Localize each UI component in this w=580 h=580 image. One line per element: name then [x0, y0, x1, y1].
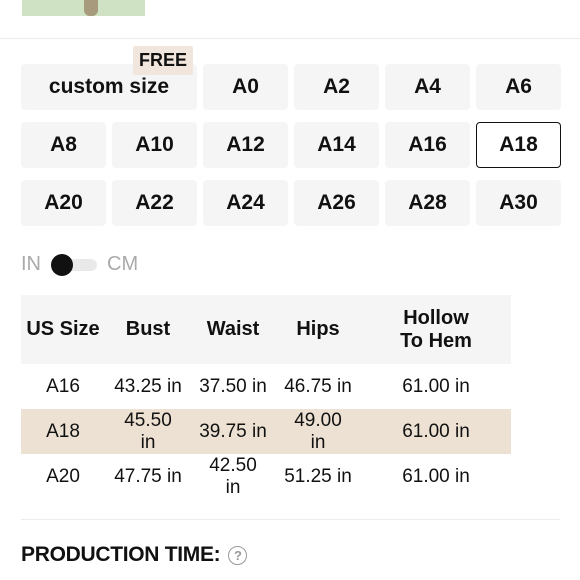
cell-hollow-to-hem: 61.00 in [361, 409, 511, 454]
production-time-label: PRODUCTION TIME: [21, 543, 221, 566]
column-header-waist: Waist [191, 295, 275, 364]
cell-hollow-to-hem: 61.00 in [402, 465, 470, 487]
cell-hips: 49.00 in [275, 409, 361, 454]
size-option-a2[interactable]: A2 [294, 64, 379, 110]
size-selector: custom size A0 A2 A4 A6 A8 A10 A12 A14 A… [21, 64, 561, 238]
divider [0, 38, 580, 39]
cell-bust: 47.75 in [114, 465, 182, 487]
column-header-hips: Hips [275, 295, 361, 364]
size-option-a20[interactable]: A20 [21, 180, 106, 226]
cell-waist: 42.50 in [209, 454, 257, 498]
size-chart-table: US Size Bust Waist Hips Hollow To Hem A1… [21, 295, 511, 499]
cell-us-size: A16 [46, 375, 80, 397]
size-option-a0[interactable]: A0 [203, 64, 288, 110]
size-option-a18-selected[interactable]: A18 [476, 122, 561, 168]
unit-label-cm[interactable]: CM [107, 253, 138, 276]
cell-us-size: A20 [46, 465, 80, 487]
size-option-a26[interactable]: A26 [294, 180, 379, 226]
question-circle-icon[interactable]: ? [228, 545, 248, 565]
column-header-us-size: US Size [21, 295, 105, 364]
cell-bust: 43.25 in [114, 375, 182, 397]
column-header-bust: Bust [105, 295, 191, 364]
cell-hollow-to-hem: 61.00 in [402, 375, 470, 397]
size-option-a24[interactable]: A24 [203, 180, 288, 226]
cell-hips: 51.25 in [284, 465, 352, 487]
unit-toggle: IN CM [21, 253, 138, 276]
size-option-a14[interactable]: A14 [294, 122, 379, 168]
size-row: custom size A0 A2 A4 A6 [21, 64, 561, 110]
cell-waist: 39.75 in [191, 409, 275, 454]
thumbnail-figure [84, 0, 98, 16]
size-option-a10[interactable]: A10 [112, 122, 197, 168]
size-option-a12[interactable]: A12 [203, 122, 288, 168]
unit-label-in[interactable]: IN [21, 253, 41, 276]
cell-hips: 46.75 in [284, 375, 352, 397]
table-row: A16 43.25 in 37.50 in 46.75 in 61.00 in [21, 364, 511, 409]
divider [21, 519, 560, 520]
switch-knob[interactable] [51, 253, 73, 276]
table-row-highlighted: A18 45.50 in 39.75 in 49.00 in 61.00 in [21, 409, 511, 454]
cell-us-size: A18 [21, 409, 105, 454]
size-row: A8 A10 A12 A14 A16 A18 [21, 122, 561, 168]
size-option-a22[interactable]: A22 [112, 180, 197, 226]
size-option-a28[interactable]: A28 [385, 180, 470, 226]
size-option-a6[interactable]: A6 [476, 64, 561, 110]
size-option-a4[interactable]: A4 [385, 64, 470, 110]
table-header-row: US Size Bust Waist Hips Hollow To Hem [21, 295, 511, 364]
product-thumbnail[interactable] [22, 0, 145, 16]
unit-switch[interactable] [51, 253, 97, 276]
size-option-a8[interactable]: A8 [21, 122, 106, 168]
table-row: A20 47.75 in 42.50 in 51.25 in 61.00 in [21, 454, 511, 499]
column-header-hollow-to-hem: Hollow To Hem [361, 295, 511, 364]
cell-waist: 37.50 in [199, 375, 267, 397]
cell-bust: 45.50 in [105, 409, 191, 454]
size-row: A20 A22 A24 A26 A28 A30 [21, 180, 561, 226]
size-option-a30[interactable]: A30 [476, 180, 561, 226]
size-option-a16[interactable]: A16 [385, 122, 470, 168]
production-time: PRODUCTION TIME: ? [21, 543, 248, 567]
free-badge: FREE [133, 46, 194, 75]
